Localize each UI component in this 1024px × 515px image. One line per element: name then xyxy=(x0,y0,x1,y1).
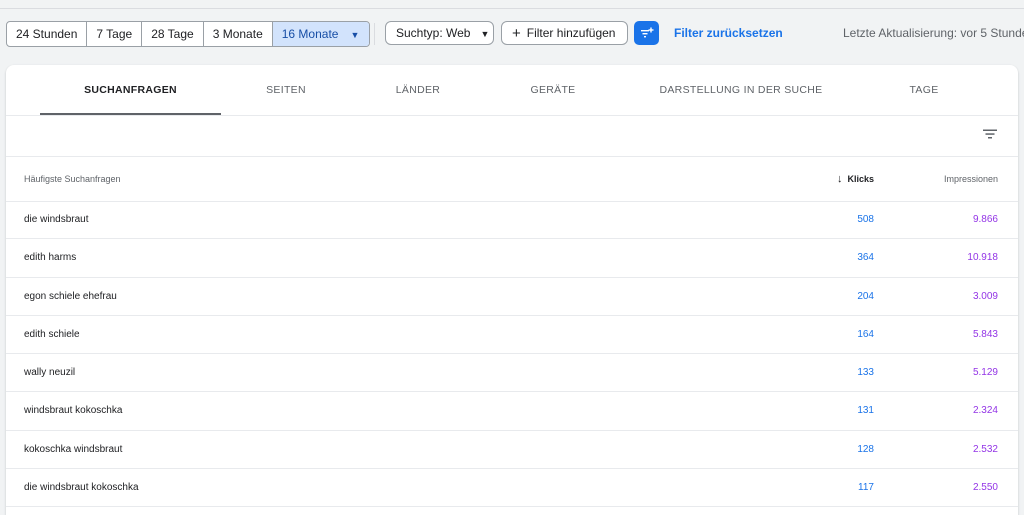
table-row[interactable]: egon schiele ehefrau 204 3.009 xyxy=(6,278,1018,316)
table-header: Häufigste Suchanfragen ↓ Klicks Impressio… xyxy=(6,157,1018,202)
last-update-text: Letzte Aktualisierung: vor 5 Stunden xyxy=(843,26,1024,40)
table-filter-row xyxy=(6,116,1018,157)
tab-queries[interactable]: SUCHANFRAGEN xyxy=(40,65,221,115)
date-range-16-months-label: 16 Monate xyxy=(281,27,339,41)
date-range-3-months[interactable]: 3 Monate xyxy=(204,22,273,46)
date-range-selector: 24 Stunden 7 Tage 28 Tage 3 Monate 16 Mo… xyxy=(6,21,371,47)
impressions-cell: 2.532 xyxy=(972,443,998,455)
table-row[interactable]: die windsbraut kokoschka 117 2.550 xyxy=(6,469,1018,508)
query-cell: die windsbraut xyxy=(24,214,89,225)
date-range-24-hours[interactable]: 24 Stunden xyxy=(7,22,88,46)
clicks-cell: 164 xyxy=(857,328,874,340)
top-divider xyxy=(0,8,1024,9)
date-range-7-days[interactable]: 7 Tage xyxy=(87,22,143,46)
clicks-cell: 204 xyxy=(857,290,874,302)
impressions-cell: 2.324 xyxy=(972,405,998,417)
tab-devices[interactable]: GERÄTE xyxy=(473,65,633,115)
clicks-cell: 131 xyxy=(857,405,874,417)
impressions-cell: 10.918 xyxy=(967,252,998,264)
clicks-cell: 364 xyxy=(857,252,874,264)
table-row[interactable]: edith harms 364 10.918 xyxy=(6,239,1018,278)
query-cell: egon schiele ehefrau xyxy=(24,290,117,302)
active-tab-indicator xyxy=(40,113,221,115)
dimension-tabs: SUCHANFRAGEN SEITEN LÄNDER GERÄTE DARSTE… xyxy=(6,65,1018,116)
table-row[interactable]: edith schiele 164 5.843 xyxy=(6,316,1018,355)
filter-add-icon xyxy=(640,27,653,38)
arrow-down-icon: ↓ xyxy=(836,173,843,185)
query-cell: windsbraut kokoschka xyxy=(24,405,123,417)
query-cell: edith harms xyxy=(24,252,77,264)
table-row[interactable]: kokoschka windsbraut 128 2.532 xyxy=(6,431,1018,470)
table-body: die windsbraut 508 9.866 edith harms 364 10.9… xyxy=(6,201,1018,508)
query-cell: kokoschka windsbraut xyxy=(24,443,123,455)
table-row[interactable]: windsbraut kokoschka 131 2.324 xyxy=(6,392,1018,431)
search-type-dropdown[interactable]: Suchtyp: Web ▼ xyxy=(385,21,494,45)
reset-filter-link[interactable]: Filter zurücksetzen xyxy=(674,21,783,45)
tab-dates[interactable]: TAGE xyxy=(844,65,1004,115)
table-row[interactable]: wally neuzil 133 5.129 xyxy=(6,354,1018,393)
caret-down-icon: ▼ xyxy=(350,29,360,40)
impressions-cell: 9.866 xyxy=(972,214,998,225)
date-range-28-days[interactable]: 28 Tage xyxy=(142,22,204,46)
column-header-impressions[interactable]: Impressionen xyxy=(944,157,998,201)
filter-lines-icon[interactable] xyxy=(982,127,998,141)
clicks-cell: 117 xyxy=(858,482,874,494)
search-type-label: Suchtyp: Web xyxy=(396,26,471,40)
column-header-clicks-label: Klicks xyxy=(847,174,874,184)
tab-search-appearance[interactable]: DARSTELLUNG IN DER SUCHE xyxy=(646,65,836,115)
add-filter-label: Filter hinzufügen xyxy=(526,26,616,40)
add-filter-button[interactable]: + Filter hinzufügen xyxy=(501,21,628,45)
impressions-cell: 3.009 xyxy=(972,290,998,302)
clicks-cell: 508 xyxy=(857,214,874,225)
query-cell: die windsbraut kokoschka xyxy=(24,482,139,494)
query-cell: wally neuzil xyxy=(24,367,76,379)
impressions-cell: 5.843 xyxy=(972,328,998,340)
table-row[interactable]: die windsbraut 508 9.866 xyxy=(6,201,1018,240)
clicks-cell: 128 xyxy=(857,443,874,455)
column-header-clicks[interactable]: ↓ Klicks xyxy=(837,157,874,201)
caret-down-icon: ▼ xyxy=(480,28,490,39)
column-header-query: Häufigste Suchanfragen xyxy=(24,174,121,184)
plus-icon: + xyxy=(512,25,521,42)
performance-table-card: SUCHANFRAGEN SEITEN LÄNDER GERÄTE DARSTE… xyxy=(6,65,1018,515)
clicks-cell: 133 xyxy=(857,367,874,379)
impressions-cell: 2.550 xyxy=(972,482,998,494)
toolbar: 24 Stunden 7 Tage 28 Tage 3 Monate 16 Mo… xyxy=(0,21,1024,47)
toolbar-divider xyxy=(374,23,375,45)
impressions-cell: 5.129 xyxy=(972,367,998,379)
date-range-16-months[interactable]: 16 Monate ▼ xyxy=(272,22,370,46)
filter-options-button[interactable] xyxy=(634,21,659,45)
query-cell: edith schiele xyxy=(24,328,80,340)
